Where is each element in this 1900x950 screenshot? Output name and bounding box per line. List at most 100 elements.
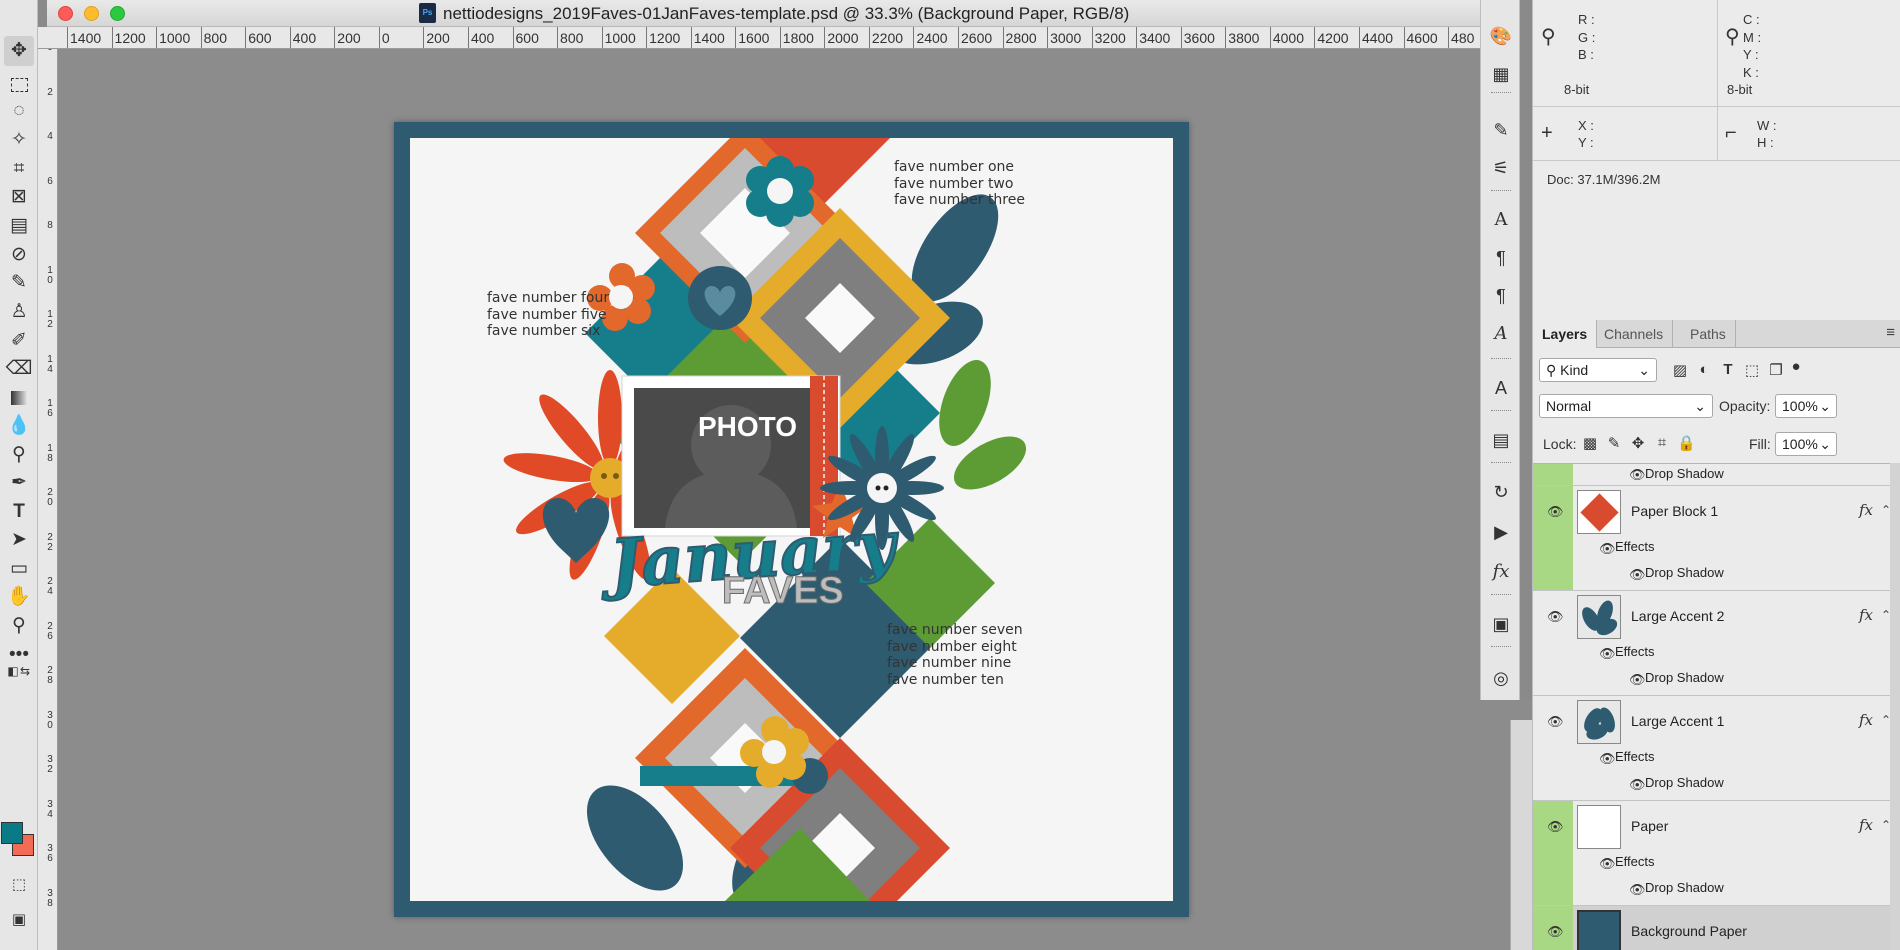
ruler-tick bbox=[1269, 27, 1271, 48]
eye-icon[interactable]: 👁 bbox=[1629, 777, 1646, 793]
eye-icon[interactable]: 👁 bbox=[1547, 609, 1564, 625]
eye-icon[interactable]: 👁 bbox=[1547, 924, 1564, 940]
clone-stamp-tool-icon[interactable]: ♙ bbox=[4, 297, 34, 327]
layers-panel: Layers Channels Paths ≡ ⚲ Kind ⌄ ▨ ◐ T ⬚ … bbox=[1532, 320, 1900, 950]
swap-colors-icon[interactable]: ⇆ bbox=[10, 656, 40, 686]
notes-panel-icon[interactable]: ▤ bbox=[1487, 426, 1515, 454]
opacity-field[interactable]: 100% ⌄ bbox=[1775, 394, 1837, 418]
eye-icon[interactable]: 👁 bbox=[1629, 467, 1646, 483]
filter-type-icon[interactable]: T bbox=[1719, 361, 1737, 378]
ruler-tick bbox=[690, 27, 692, 48]
actions-panel-icon[interactable]: ▶ bbox=[1487, 518, 1515, 546]
history-panel-icon[interactable]: ↻ bbox=[1487, 478, 1515, 506]
lock-all-icon[interactable]: 🔒 bbox=[1677, 434, 1696, 452]
eye-icon[interactable]: 👁 bbox=[1629, 882, 1646, 898]
eye-icon[interactable]: 👁 bbox=[1547, 504, 1564, 520]
history-brush-tool-icon[interactable]: ✐ bbox=[4, 326, 34, 356]
layers-panel-scrollbar[interactable] bbox=[1510, 720, 1532, 950]
zoom-tool-icon[interactable]: ⚲ bbox=[4, 611, 34, 641]
tab-channels[interactable]: Channels bbox=[1595, 320, 1674, 348]
tab-paths[interactable]: Paths bbox=[1681, 320, 1736, 348]
libraries-panel-icon[interactable]: ◎ bbox=[1487, 664, 1515, 692]
eye-icon[interactable]: 👁 bbox=[1599, 856, 1616, 872]
eyedropper-tool-icon[interactable]: ▤ bbox=[4, 211, 34, 241]
ruler-tick bbox=[958, 27, 959, 48]
ruler-label: 600 bbox=[515, 30, 539, 46]
effect-row[interactable]: 👁 Drop Shadow bbox=[1533, 464, 1900, 486]
healing-brush-tool-icon[interactable]: ⊘ bbox=[4, 240, 34, 270]
rectangle-tool-icon[interactable]: ▭ bbox=[4, 554, 34, 584]
tab-layers[interactable]: Layers bbox=[1533, 320, 1598, 348]
pen-tool-icon[interactable]: ✒ bbox=[4, 468, 34, 498]
foreground-color-swatch[interactable] bbox=[1, 822, 23, 844]
ruler-tick bbox=[601, 27, 603, 48]
layer-row-selected[interactable]: 👁 Background Paper bbox=[1533, 906, 1900, 950]
panel-menu-icon[interactable]: ≡ bbox=[1886, 324, 1895, 341]
dodge-tool-icon[interactable]: ⚲ bbox=[4, 440, 34, 470]
filter-toggle-icon[interactable]: ● bbox=[1787, 358, 1805, 375]
lock-transparent-icon[interactable]: ▩ bbox=[1581, 434, 1599, 452]
styles-panel-icon[interactable]: fx bbox=[1487, 558, 1515, 586]
properties-panel-icon[interactable]: ▣ bbox=[1487, 610, 1515, 638]
eye-icon[interactable]: 👁 bbox=[1599, 751, 1616, 767]
vertical-ruler: 02468101214161820222426283032343638 bbox=[38, 49, 58, 950]
character-panel-icon[interactable]: A bbox=[1487, 206, 1515, 234]
layer-row[interactable]: 👁 Paper Block 1 fx ⌃ 👁 Effects 👁 Drop Sh… bbox=[1533, 486, 1900, 591]
fill-field[interactable]: 100% ⌄ bbox=[1775, 432, 1837, 456]
tools-panel: ✥ ◌ ✧ ⌗ ⊠ ▤ ⊘ ✎ ♙ ✐ ⌫ 💧 ⚲ ✒ T ➤ ▭ ✋ ⚲ ••… bbox=[0, 0, 38, 950]
eye-icon[interactable]: 👁 bbox=[1547, 819, 1564, 835]
blur-tool-icon[interactable]: 💧 bbox=[4, 411, 34, 441]
layer-row[interactable]: 👁 Large Accent 2 fx ⌃ 👁 Effects 👁 Drop S… bbox=[1533, 591, 1900, 696]
blend-mode-select[interactable]: Normal ⌄ bbox=[1539, 394, 1713, 418]
eye-icon[interactable]: 👁 bbox=[1599, 646, 1616, 662]
hand-tool-icon[interactable]: ✋ bbox=[4, 582, 34, 612]
close-window-button[interactable] bbox=[58, 6, 73, 21]
filter-smart-object-icon[interactable]: ❐ bbox=[1767, 361, 1785, 379]
brush-settings-icon[interactable]: ⚟ bbox=[1487, 154, 1515, 182]
ruler-label: 2200 bbox=[871, 30, 904, 46]
kind-filter-select[interactable]: ⚲ Kind ⌄ bbox=[1539, 358, 1657, 382]
frame-tool-icon[interactable]: ⊠ bbox=[4, 182, 34, 212]
screen-mode-icon[interactable]: ▣ bbox=[4, 905, 34, 935]
path-selection-tool-icon[interactable]: ➤ bbox=[4, 525, 34, 555]
minimize-window-button[interactable] bbox=[84, 6, 99, 21]
filter-pixel-icon[interactable]: ▨ bbox=[1671, 361, 1689, 379]
layer-row[interactable]: 👁 Large Accent 1 fx ⌃ 👁 Effects 👁 Drop S… bbox=[1533, 696, 1900, 801]
ruler-label: 2400 bbox=[916, 30, 948, 46]
lock-image-icon[interactable]: ✎ bbox=[1605, 434, 1623, 452]
color-panel-icon[interactable]: 🎨 bbox=[1487, 22, 1515, 50]
paragraph-styles-icon[interactable]: ¶ bbox=[1487, 282, 1515, 310]
character-styles-icon[interactable]: A bbox=[1487, 374, 1515, 402]
canvas-area[interactable]: January FAVES PHOTO fave number one fave… bbox=[58, 49, 1480, 950]
paragraph-panel-icon[interactable]: ¶ bbox=[1487, 244, 1515, 272]
swatches-panel-icon[interactable]: ▦ bbox=[1487, 60, 1515, 88]
brushes-panel-icon[interactable]: ✎ bbox=[1487, 116, 1515, 144]
brush-tool-icon[interactable]: ✎ bbox=[4, 268, 34, 298]
type-tool-icon[interactable]: T bbox=[4, 497, 34, 527]
lasso-tool-icon[interactable]: ◌ bbox=[4, 96, 34, 126]
layer-thumbnail bbox=[1577, 805, 1621, 849]
layer-list-scrollbar[interactable] bbox=[1890, 463, 1900, 950]
maximize-window-button[interactable] bbox=[110, 6, 125, 21]
glyphs-panel-icon[interactable]: A bbox=[1487, 320, 1515, 348]
move-tool-icon[interactable]: ✥ bbox=[4, 36, 34, 66]
layer-row[interactable]: 👁 Paper fx ⌃ 👁 Effects 👁 Drop Shadow bbox=[1533, 801, 1900, 906]
ruler-label: 4000 bbox=[1272, 30, 1304, 46]
gradient-tool-icon[interactable] bbox=[4, 383, 34, 413]
eye-icon[interactable]: 👁 bbox=[1599, 541, 1616, 557]
filter-shape-icon[interactable]: ⬚ bbox=[1743, 361, 1761, 379]
ruler-tick bbox=[646, 27, 648, 48]
eye-icon[interactable]: 👁 bbox=[1629, 672, 1646, 688]
eraser-tool-icon[interactable]: ⌫ bbox=[4, 354, 34, 384]
ruler-label: 10 bbox=[47, 264, 53, 286]
ruler-label: 4600 bbox=[1406, 30, 1438, 46]
eye-icon[interactable]: 👁 bbox=[1629, 567, 1646, 583]
lock-position-icon[interactable]: ✥ bbox=[1629, 434, 1647, 452]
filter-adjustment-icon[interactable]: ◐ bbox=[1695, 361, 1713, 378]
lock-artboard-icon[interactable]: ⌗ bbox=[1653, 434, 1671, 451]
crop-tool-icon[interactable]: ⌗ bbox=[4, 154, 34, 184]
eye-icon[interactable]: 👁 bbox=[1547, 714, 1564, 730]
flower-teal bbox=[746, 156, 814, 227]
quick-mask-icon[interactable]: ⬚ bbox=[4, 870, 34, 900]
magic-wand-tool-icon[interactable]: ✧ bbox=[4, 125, 34, 155]
